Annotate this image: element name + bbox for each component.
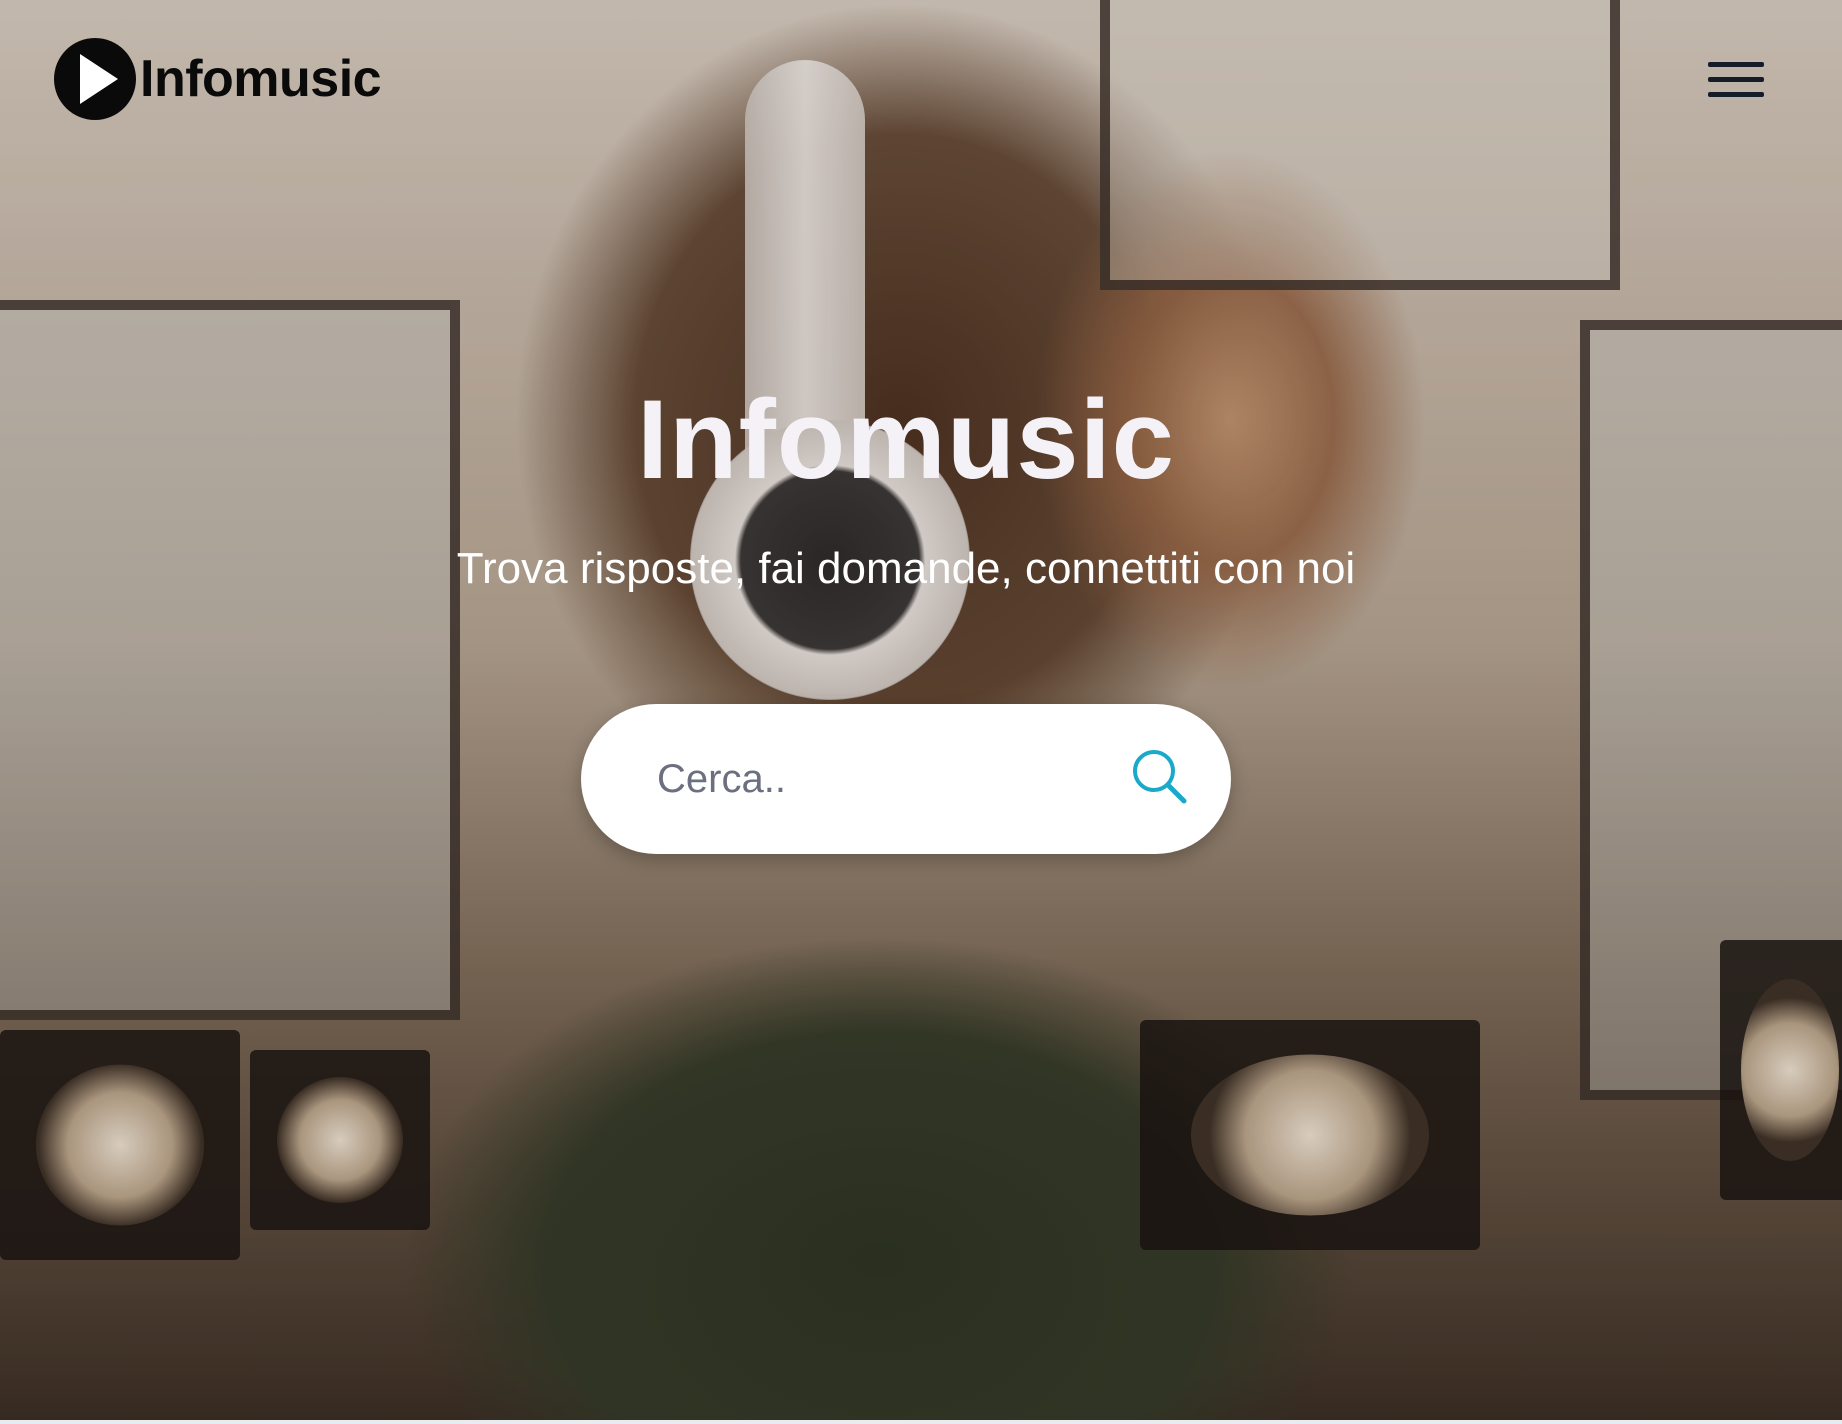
play-circle-icon <box>54 38 136 120</box>
search-icon[interactable] <box>1129 746 1191 808</box>
page-bottom-edge <box>0 1420 1842 1424</box>
hero-title: Infomusic <box>637 377 1175 502</box>
site-logo[interactable]: Infomusic <box>54 38 382 120</box>
search-input[interactable] <box>655 755 1079 803</box>
search-bar <box>581 704 1231 854</box>
hamburger-menu-icon[interactable] <box>1708 58 1766 102</box>
menu-line <box>1708 77 1764 82</box>
menu-line <box>1708 62 1764 67</box>
menu-line <box>1708 92 1764 97</box>
hero-subtitle: Trova risposte, fai domande, connettiti … <box>456 544 1356 593</box>
hero-section: Infomusic Infomusic Trova risposte, fai … <box>0 0 1842 1420</box>
logo-text: Infomusic <box>140 50 382 108</box>
